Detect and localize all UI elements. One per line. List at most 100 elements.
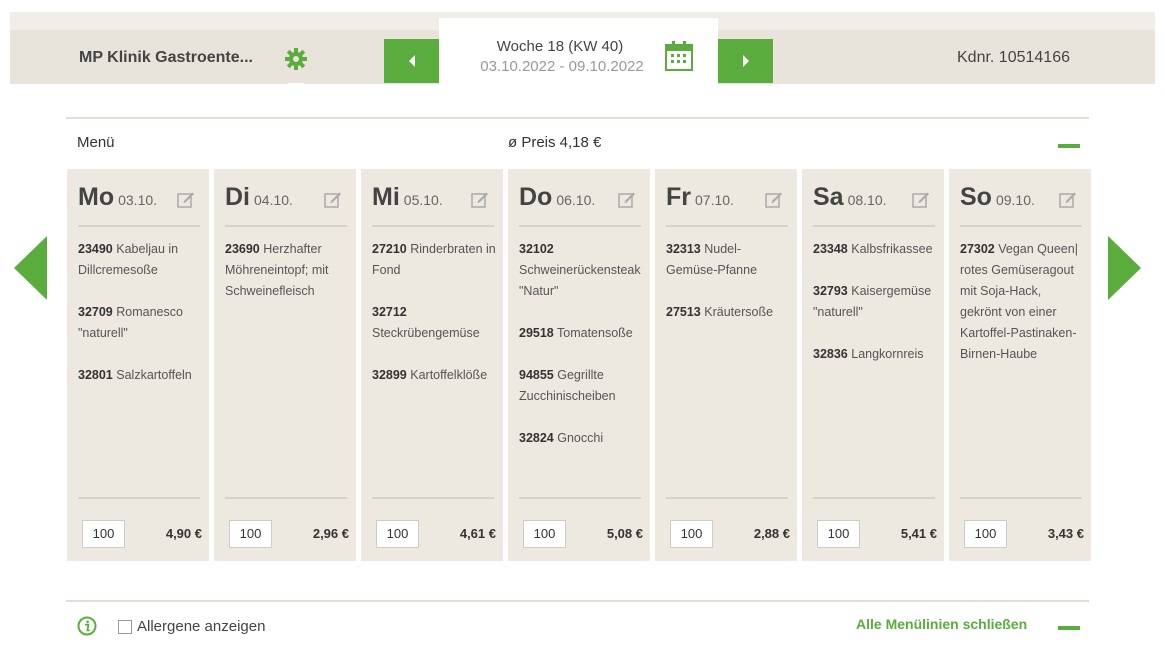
meal-code: 29518 (519, 326, 554, 340)
meal-item[interactable]: 32709 Romanesco "naturell" (78, 302, 202, 344)
day-name: Di (225, 183, 250, 211)
meal-name: Kartoffelklöße (410, 368, 488, 382)
meal-item[interactable]: 23348 Kalbsfrikassee (813, 239, 937, 260)
quantity-input[interactable]: 100 (817, 520, 860, 548)
quantity-input[interactable]: 100 (964, 520, 1007, 548)
meal-item[interactable]: 27210 Rinderbraten in Fond (372, 239, 496, 281)
day-date: 09.10. (995, 192, 1035, 208)
gear-icon[interactable] (284, 47, 308, 71)
day-separator (666, 225, 788, 227)
meal-item[interactable]: 94855 Gegrillte Zucchinischeiben (519, 365, 643, 407)
day-date: 06.10. (556, 192, 596, 208)
day-separator (813, 497, 935, 499)
meal-code: 27513 (666, 305, 701, 319)
meal-code: 32824 (519, 431, 554, 445)
quantity-input[interactable]: 100 (670, 520, 713, 548)
day-card: Mi 05.10. 27210 Rinderbraten in Fond 32712 … (361, 169, 503, 561)
scroll-right-arrow[interactable] (1108, 236, 1141, 300)
day-header: Fr 07.10. (666, 183, 734, 212)
meal-name: Kalbsfrikassee (851, 242, 933, 256)
day-name: Mi (372, 183, 400, 211)
day-card: Di 04.10. 23690 Herzhafter Möhreneintopf; … (214, 169, 356, 561)
meal-code: 32102 (519, 242, 554, 256)
edit-icon[interactable] (324, 190, 342, 208)
meal-item[interactable]: 27302 Vegan Queen| rotes Gemüseragout mi… (960, 239, 1084, 365)
edit-icon[interactable] (765, 190, 783, 208)
meal-item[interactable]: 32793 Kaisergemüse "naturell" (813, 281, 937, 323)
day-card: Do 06.10. 32102 Schweinerückensteak "Natur… (508, 169, 650, 561)
day-separator (519, 497, 641, 499)
day-separator (78, 497, 200, 499)
day-price: 3,43 € (1047, 526, 1084, 541)
quantity-input[interactable]: 100 (229, 520, 272, 548)
edit-icon[interactable] (177, 190, 195, 208)
day-name: Sa (813, 183, 844, 211)
collapse-menu-button[interactable] (1058, 144, 1080, 148)
meal-item[interactable]: 32899 Kartoffelklöße (372, 365, 496, 386)
day-price: 2,96 € (312, 526, 349, 541)
day-date: 08.10. (847, 192, 887, 208)
previous-week-button[interactable] (384, 39, 439, 83)
quantity-input[interactable]: 100 (376, 520, 419, 548)
meal-item[interactable]: 27513 Kräutersoße (666, 302, 790, 323)
day-date: 07.10. (695, 192, 734, 208)
day-separator (372, 225, 494, 227)
day-date: 05.10. (403, 192, 443, 208)
day-separator (666, 497, 788, 499)
allergens-label[interactable]: Allergene anzeigen (137, 618, 265, 635)
meal-code: 32712 (372, 305, 407, 319)
meal-item[interactable]: 32712 Steckrübengemüse (372, 302, 496, 344)
meal-item[interactable]: 29518 Tomatensoße (519, 323, 643, 344)
day-name: Fr (666, 183, 691, 211)
allergens-checkbox[interactable] (118, 620, 132, 634)
close-all-minus-icon[interactable] (1058, 626, 1080, 630)
day-header: Di 04.10. (225, 183, 293, 212)
meal-name: Salzkartoffeln (116, 368, 192, 382)
quantity-input[interactable]: 100 (523, 520, 566, 548)
meal-item[interactable]: 32836 Langkornreis (813, 344, 937, 365)
info-icon[interactable] (77, 616, 97, 636)
day-separator (960, 497, 1082, 499)
quantity-input[interactable]: 100 (82, 520, 125, 548)
meal-code: 23348 (813, 242, 848, 256)
menu-divider-top (66, 117, 1089, 119)
edit-icon[interactable] (912, 190, 930, 208)
day-price: 4,61 € (459, 526, 496, 541)
meal-list: 23348 Kalbsfrikassee 32793 Kaisergemüse "… (813, 239, 937, 386)
edit-icon[interactable] (1059, 190, 1077, 208)
close-all-menu-lines-link[interactable]: Alle Menülinien schließen (856, 616, 1027, 632)
meal-code: 32793 (813, 284, 848, 298)
edit-icon[interactable] (471, 190, 489, 208)
week-date-range: 03.10.2022 - 09.10.2022 (480, 58, 644, 75)
meal-item[interactable]: 32801 Salzkartoffeln (78, 365, 202, 386)
meal-item[interactable]: 23490 Kabeljau in Dillcremesoße (78, 239, 202, 281)
day-name: Do (519, 183, 553, 211)
chevron-right-icon (742, 55, 749, 67)
calendar-icon[interactable] (664, 39, 694, 72)
day-name: So (960, 183, 992, 211)
meal-list: 32313 Nudel-Gemüse-Pfanne 27513 Kräuterso… (666, 239, 790, 344)
scroll-left-arrow[interactable] (14, 236, 47, 300)
clinic-name[interactable]: MP Klinik Gastroente... (79, 49, 253, 67)
day-separator (960, 225, 1082, 227)
meal-name: Tomatensoße (557, 326, 633, 340)
meal-item[interactable]: 23690 Herzhafter Möhreneintopf; mit Schw… (225, 239, 349, 302)
meal-list: 23490 Kabeljau in Dillcremesoße 32709 Rom… (78, 239, 202, 407)
meal-name: Gnocchi (557, 431, 604, 445)
day-separator (225, 225, 347, 227)
edit-icon[interactable] (618, 190, 636, 208)
customer-number: Kdnr. 10514166 (957, 49, 1070, 66)
meal-item[interactable]: 32824 Gnocchi (519, 428, 643, 449)
meal-name: Steckrübengemüse (372, 326, 480, 340)
meal-list: 27210 Rinderbraten in Fond 32712 Steckrüb… (372, 239, 496, 407)
day-header: Mi 05.10. (372, 183, 443, 212)
next-week-button[interactable] (718, 39, 773, 83)
meal-list: 23690 Herzhafter Möhreneintopf; mit Schw… (225, 239, 349, 323)
meal-name: Langkornreis (851, 347, 924, 361)
day-card: Mo 03.10. 23490 Kabeljau in Dillcremesoße 3… (67, 169, 209, 561)
meal-item[interactable]: 32313 Nudel-Gemüse-Pfanne (666, 239, 790, 281)
meal-item[interactable]: 32102 Schweinerückensteak "Natur" (519, 239, 643, 302)
day-header: So 09.10. (960, 183, 1035, 212)
day-date: 03.10. (118, 192, 158, 208)
chevron-left-icon (408, 55, 415, 67)
